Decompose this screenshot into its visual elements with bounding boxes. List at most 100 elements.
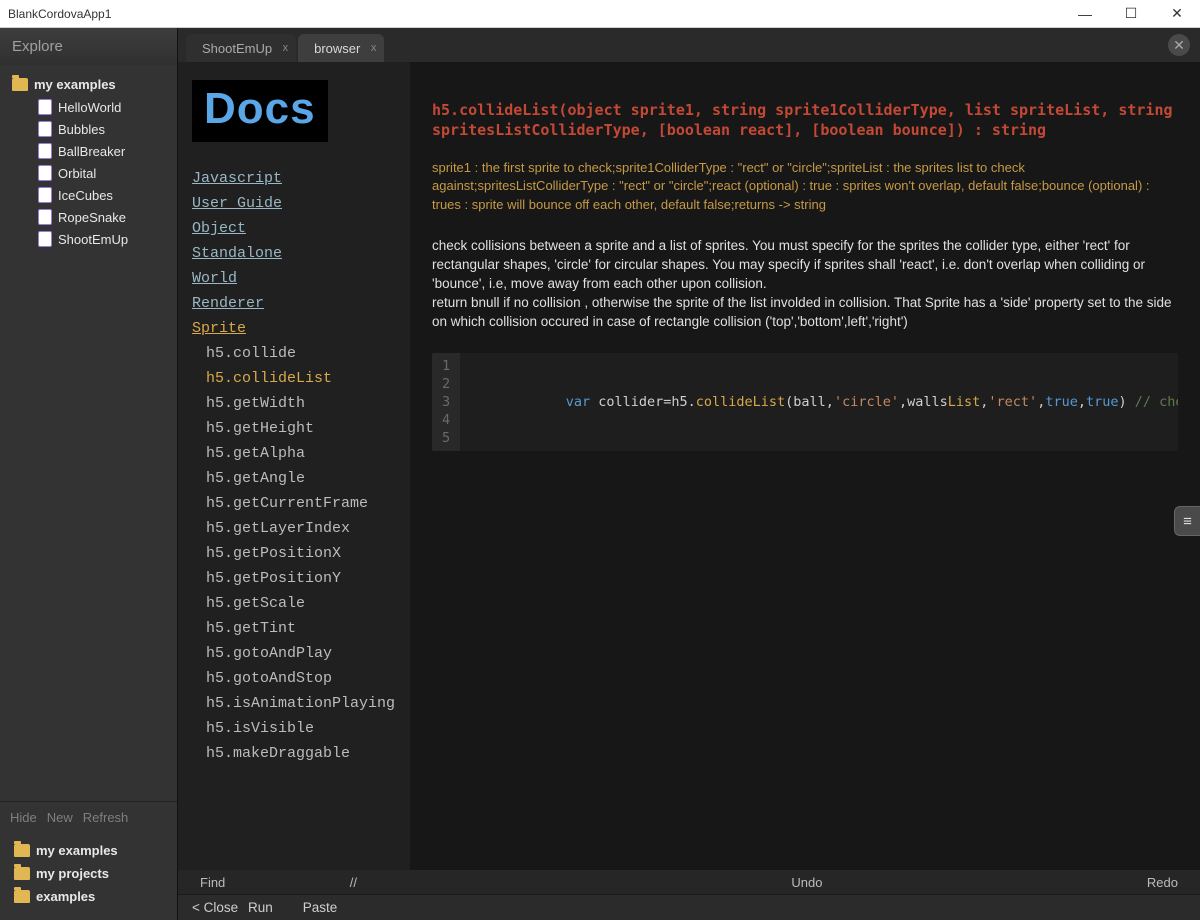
explore-folder-label: my projects <box>36 866 109 881</box>
tab-close-icon[interactable]: x <box>283 42 289 54</box>
docs-nav-section[interactable]: Sprite <box>192 316 396 341</box>
explore-item[interactable]: ShootEmUp <box>0 228 177 250</box>
status-run-button[interactable]: Run <box>248 900 273 915</box>
window-minimize-button[interactable]: — <box>1062 0 1108 28</box>
docs-nav-method[interactable]: h5.isVisible <box>206 716 396 741</box>
window-title: BlankCordovaApp1 <box>8 7 111 21</box>
explore-item-label: Bubbles <box>58 122 105 137</box>
docs-nav-method[interactable]: h5.getWidth <box>206 391 396 416</box>
status-close-button[interactable]: < Close <box>192 900 238 915</box>
file-icon <box>38 121 52 137</box>
explore-item-label: ShootEmUp <box>58 232 128 247</box>
explore-item[interactable]: IceCubes <box>0 184 177 206</box>
docs-nav-section[interactable]: Javascript <box>192 166 396 191</box>
status-comment-button[interactable]: // <box>342 875 365 890</box>
docs-nav-method[interactable]: h5.gotoAndStop <box>206 666 396 691</box>
explore-panel: Explore my examples HelloWorld Bubbles Bal… <box>0 28 178 920</box>
app-root: Explore my examples HelloWorld Bubbles Bal… <box>0 28 1200 920</box>
explore-item[interactable]: HelloWorld <box>0 96 177 118</box>
os-titlebar: BlankCordovaApp1 — ☐ ✕ <box>0 0 1200 28</box>
docs-nav-method[interactable]: h5.makeDraggable <box>206 741 396 766</box>
explore-item-label: IceCubes <box>58 188 113 203</box>
file-icon <box>38 231 52 247</box>
explore-hide-button[interactable]: Hide <box>10 810 37 825</box>
docs-logo: Docs <box>192 80 328 142</box>
status-redo-button[interactable]: Redo <box>1139 875 1186 890</box>
docs-nav-method[interactable]: h5.getScale <box>206 591 396 616</box>
tab-label: ShootEmUp <box>202 41 272 56</box>
status-bar-1: Find // Undo Redo <box>178 870 1200 894</box>
explore-actions: Hide New Refresh <box>0 801 177 833</box>
docs-nav-section[interactable]: Standalone <box>192 241 396 266</box>
docs-nav[interactable]: Docs JavascriptUser GuideObjectStandalon… <box>178 62 410 870</box>
file-icon <box>38 209 52 225</box>
explore-folder-label: examples <box>36 889 95 904</box>
folder-icon <box>12 78 28 91</box>
docs-nav-method[interactable]: h5.getTint <box>206 616 396 641</box>
explore-tree: my examples HelloWorld Bubbles BallBreaker… <box>0 65 177 801</box>
close-all-tabs-button[interactable]: ✕ <box>1168 34 1190 56</box>
explore-folder-label: my examples <box>36 843 118 858</box>
method-description: check collisions between a sprite and a … <box>432 237 1178 331</box>
status-bar-2: < Close Debug Run Paste <box>178 894 1200 920</box>
explore-refresh-button[interactable]: Refresh <box>83 810 129 825</box>
docs-nav-method[interactable]: h5.gotoAndPlay <box>206 641 396 666</box>
explore-folder-list: my examples my projects examples <box>0 833 177 920</box>
docs-nav-method[interactable]: h5.getAngle <box>206 466 396 491</box>
explore-folder[interactable]: my projects <box>0 862 177 885</box>
docs-nav-section[interactable]: User Guide <box>192 191 396 216</box>
file-icon <box>38 143 52 159</box>
explore-item-label: BallBreaker <box>58 144 125 159</box>
explore-new-button[interactable]: New <box>47 810 73 825</box>
explore-folder[interactable]: examples <box>0 885 177 908</box>
window-close-button[interactable]: ✕ <box>1154 0 1200 28</box>
method-params: sprite1 : the first sprite to check;spri… <box>432 159 1178 216</box>
explore-root-folder[interactable]: my examples <box>0 73 177 96</box>
explore-item-label: HelloWorld <box>58 100 121 115</box>
file-icon <box>38 187 52 203</box>
docs-nav-method[interactable]: h5.getAlpha <box>206 441 396 466</box>
docs-nav-section[interactable]: Object <box>192 216 396 241</box>
main-panel: ShootEmUp x browser x ✕ Docs JavascriptUser… <box>178 28 1200 920</box>
side-panel-handle[interactable]: ≡ <box>1174 506 1200 536</box>
content-area: Docs JavascriptUser GuideObjectStandalon… <box>178 62 1200 870</box>
explore-root-label: my examples <box>34 77 116 92</box>
tab-bar: ShootEmUp x browser x ✕ <box>178 28 1200 62</box>
folder-icon <box>14 867 30 880</box>
status-find-button[interactable]: Find <box>192 875 233 890</box>
explore-item-label: Orbital <box>58 166 96 181</box>
docs-nav-method[interactable]: h5.getHeight <box>206 416 396 441</box>
docs-nav-method[interactable]: h5.getPositionY <box>206 566 396 591</box>
explore-item[interactable]: BallBreaker <box>0 140 177 162</box>
docs-nav-method[interactable]: h5.collide <box>206 341 396 366</box>
explore-folder[interactable]: my examples <box>0 839 177 862</box>
app-body: Explore my examples HelloWorld Bubbles Bal… <box>0 28 1200 920</box>
docs-nav-method[interactable]: h5.getPositionX <box>206 541 396 566</box>
docs-nav-section[interactable]: World <box>192 266 396 291</box>
explore-item[interactable]: Bubbles <box>0 118 177 140</box>
docs-nav-method[interactable]: h5.collideList <box>206 366 396 391</box>
tab-close-icon[interactable]: x <box>371 42 377 54</box>
folder-icon <box>14 844 30 857</box>
status-paste-button[interactable]: Paste <box>303 900 338 915</box>
docs-nav-method[interactable]: h5.isAnimationPlaying <box>206 691 396 716</box>
explore-item-label: RopeSnake <box>58 210 126 225</box>
docs-nav-method[interactable]: h5.getCurrentFrame <box>206 491 396 516</box>
explore-item[interactable]: Orbital <box>0 162 177 184</box>
tab-label: browser <box>314 41 360 56</box>
file-icon <box>38 165 52 181</box>
tab[interactable]: browser x <box>298 34 384 62</box>
docs-body[interactable]: h5.collideList(object sprite1, string sp… <box>410 62 1200 870</box>
explore-item[interactable]: RopeSnake <box>0 206 177 228</box>
docs-nav-section[interactable]: Renderer <box>192 291 396 316</box>
docs-nav-method[interactable]: h5.getLayerIndex <box>206 516 396 541</box>
code-lines: var collider=h5.collideList(ball,'circle… <box>460 353 1178 451</box>
window-maximize-button[interactable]: ☐ <box>1108 0 1154 28</box>
tab[interactable]: ShootEmUp x <box>186 34 296 62</box>
status-undo-button[interactable]: Undo <box>783 875 830 890</box>
code-example: 12345 var collider=h5.collideList(ball,'… <box>432 353 1178 451</box>
explore-header: Explore <box>0 28 177 65</box>
file-icon <box>38 99 52 115</box>
method-signature: h5.collideList(object sprite1, string sp… <box>432 100 1178 141</box>
window-button-group: — ☐ ✕ <box>1062 0 1200 28</box>
